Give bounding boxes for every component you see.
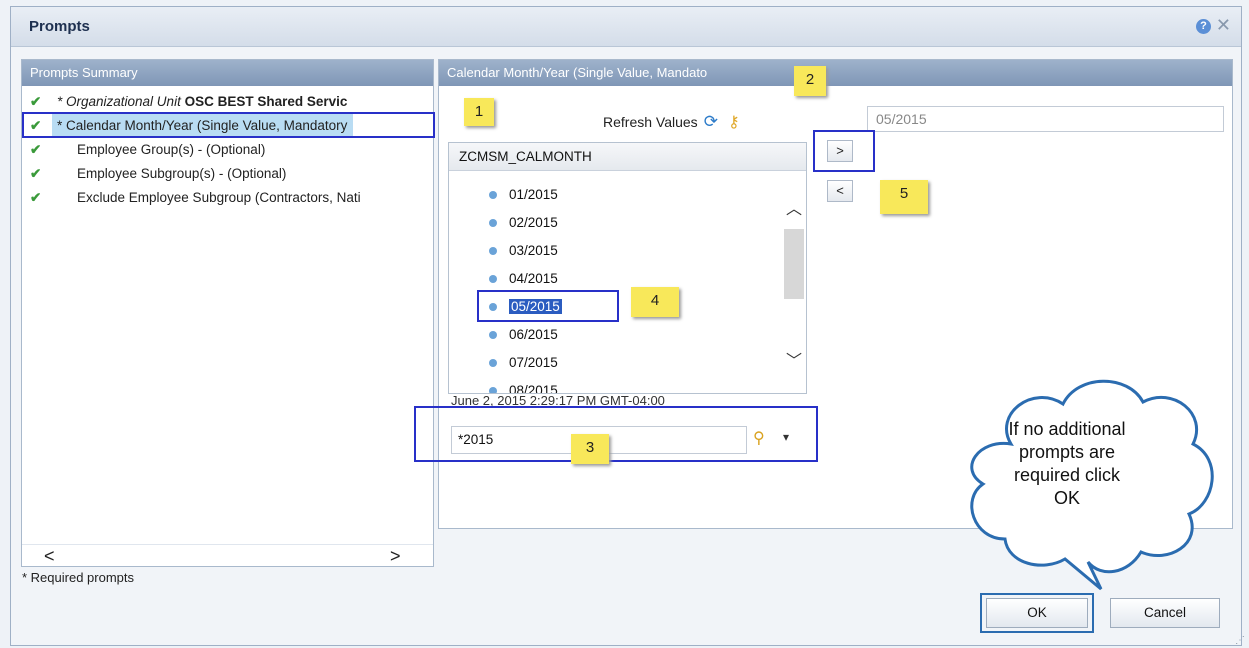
highlight-box-search — [414, 406, 818, 462]
callout-2: 2 — [794, 66, 826, 96]
list-item[interactable]: 01/2015 — [489, 185, 558, 205]
values-list-header: ZCMSM_CALMONTH — [449, 143, 806, 171]
summary-item-employee-subgroup[interactable]: ✔ Employee Subgroup(s) - (Optional) — [22, 162, 433, 186]
summary-item-exclude-subgroup[interactable]: ✔ Exclude Employee Subgroup (Contractors… — [22, 186, 433, 210]
scroll-up-icon[interactable]: ︿ — [786, 195, 802, 219]
summary-item-organizational-unit[interactable]: ✔ * Organizational Unit OSC BEST Shared … — [22, 90, 433, 114]
summary-item-value: OSC BEST Shared Servic — [184, 94, 348, 109]
scroll-right-icon[interactable]: > — [390, 546, 401, 567]
dialog-title: Prompts — [29, 18, 90, 35]
bullet-icon — [489, 247, 497, 256]
summary-item-label: * Organizational Unit — [57, 94, 181, 109]
prompts-summary-header: Prompts Summary — [22, 60, 433, 86]
refresh-values-button[interactable]: Refresh Values ⟳ ⚷ — [603, 112, 740, 132]
callout-3: 3 — [571, 434, 609, 464]
cloud-note-line: If no additional — [1008, 419, 1126, 439]
list-item[interactable]: 02/2015 — [489, 213, 558, 233]
callout-5: 5 — [880, 180, 928, 214]
list-item[interactable]: 07/2015 — [489, 353, 558, 373]
vertical-scrollbar[interactable]: ︿ ﹀ — [782, 171, 806, 393]
highlight-box-add-button — [813, 130, 875, 172]
refresh-icon[interactable]: ⟳ — [704, 112, 718, 131]
check-icon: ✔ — [30, 190, 42, 205]
scroll-thumb[interactable] — [784, 229, 804, 299]
cloud-note-line: required click — [1013, 465, 1121, 485]
highlight-box-ok — [980, 593, 1094, 633]
scroll-left-icon[interactable]: < — [44, 546, 55, 567]
bullet-icon — [489, 359, 497, 368]
callout-1: 1 — [464, 98, 494, 126]
check-icon: ✔ — [30, 94, 42, 109]
horizontal-scrollbar[interactable]: < > — [22, 544, 433, 566]
list-item[interactable]: 03/2015 — [489, 241, 558, 261]
check-icon: ✔ — [30, 142, 42, 157]
cloud-note: If no additional prompts are required cl… — [992, 418, 1142, 510]
summary-item-label: Employee Subgroup(s) - (Optional) — [77, 166, 287, 181]
list-item[interactable]: 06/2015 — [489, 325, 558, 345]
prompts-summary-panel: Prompts Summary ✔ * Organizational Unit … — [21, 59, 435, 567]
cancel-button[interactable]: Cancel — [1110, 598, 1220, 628]
required-prompts-note: * Required prompts — [22, 570, 134, 585]
remove-value-button[interactable]: < — [827, 180, 853, 202]
highlight-box-selected-value — [477, 290, 619, 322]
prompt-detail-header: Calendar Month/Year (Single Value, Manda… — [439, 60, 1232, 86]
cloud-note-line: OK — [1053, 488, 1080, 508]
summary-item-label: Exclude Employee Subgroup (Contractors, … — [77, 190, 361, 205]
resize-grip-icon[interactable]: ⋰ — [1235, 635, 1245, 646]
help-icon[interactable]: ? — [1196, 19, 1211, 34]
bullet-icon — [489, 275, 497, 284]
values-list: ZCMSM_CALMONTH 01/2015 02/2015 03/2015 0… — [448, 142, 807, 394]
highlight-box-selected-prompt — [22, 112, 435, 138]
cloud-note-line: prompts are — [1018, 442, 1116, 462]
check-icon: ✔ — [30, 166, 42, 181]
summary-item-employee-group[interactable]: ✔ Employee Group(s) - (Optional) — [22, 138, 433, 162]
bullet-icon — [489, 331, 497, 340]
selected-values-field[interactable]: 05/2015 — [867, 106, 1224, 132]
bullet-icon — [489, 219, 497, 228]
scroll-down-icon[interactable]: ﹀ — [786, 347, 802, 371]
prompts-summary-list: ✔ * Organizational Unit OSC BEST Shared … — [22, 90, 433, 210]
close-icon[interactable]: ✕ — [1216, 15, 1231, 36]
callout-4: 4 — [631, 287, 679, 317]
bullet-icon — [489, 191, 497, 200]
list-item[interactable]: 04/2015 — [489, 269, 558, 289]
dialog-title-bar: Prompts ? ✕ — [11, 7, 1241, 47]
refresh-values-label: Refresh Values — [603, 114, 698, 130]
summary-item-label: Employee Group(s) - (Optional) — [77, 142, 266, 157]
key-icon[interactable]: ⚷ — [728, 114, 740, 131]
